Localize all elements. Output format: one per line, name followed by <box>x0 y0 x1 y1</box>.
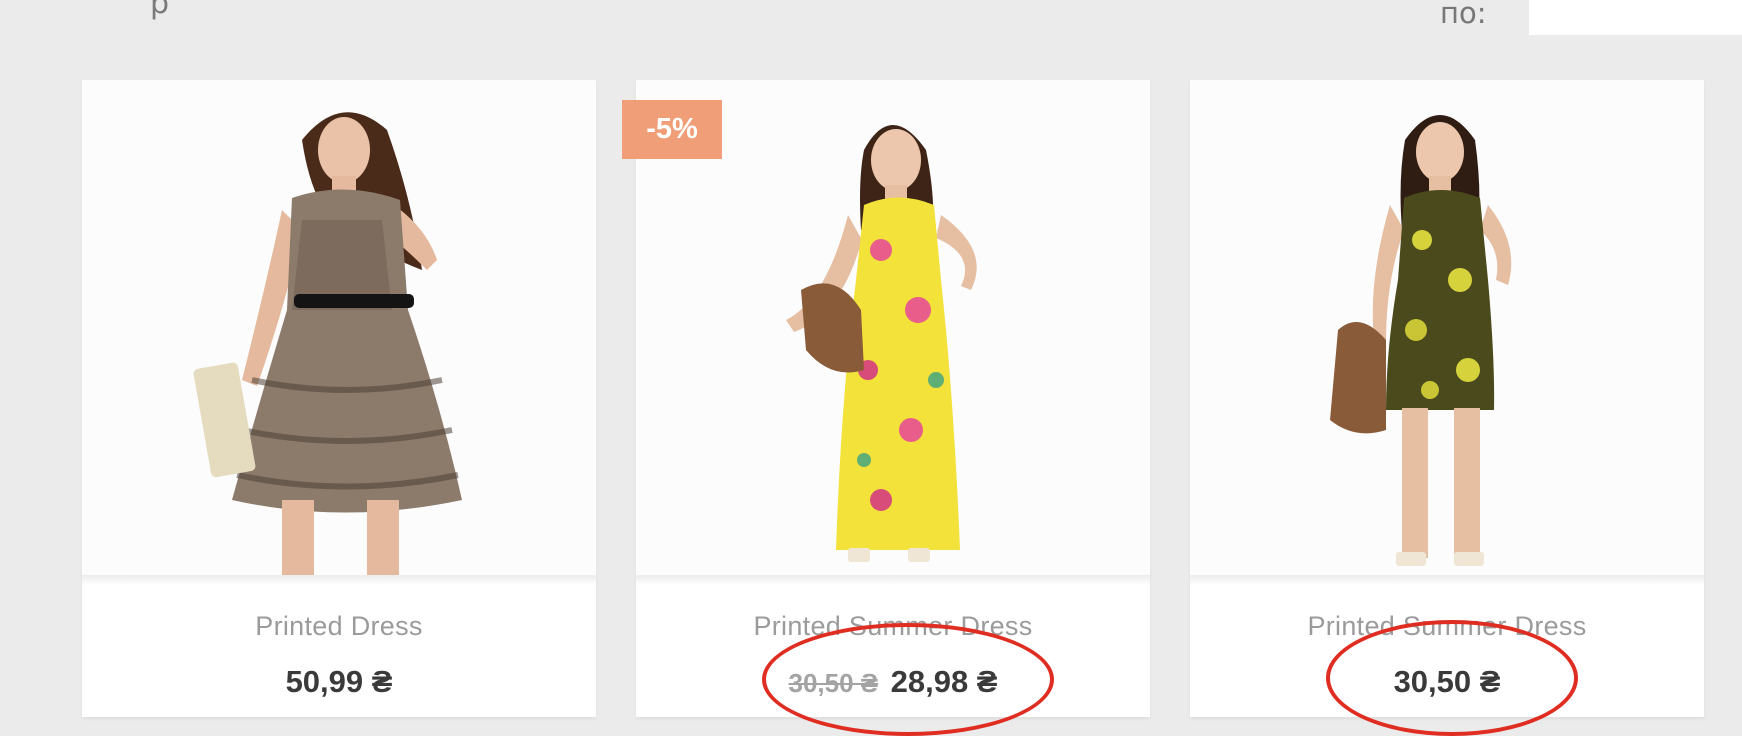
sort-by-select[interactable]: Р <box>1529 0 1742 35</box>
product-image[interactable] <box>82 80 596 575</box>
image-divider <box>1190 575 1704 585</box>
discount-badge: -5% <box>622 100 722 159</box>
product-card[interactable]: -5% Printed Summer Dress 30,50 ₴ 28,98 ₴ <box>622 80 1150 717</box>
product-name[interactable]: Printed Summer Dress <box>636 611 1150 642</box>
product-price: 30,50 ₴ <box>1393 664 1501 699</box>
product-name[interactable]: Printed Dress <box>82 611 596 642</box>
sort-by-label: по: <box>1440 0 1487 30</box>
product-prices: 30,50 ₴ <box>1190 664 1704 700</box>
product-card[interactable]: Printed Summer Dress 30,50 ₴ <box>1190 80 1704 717</box>
product-price: 50,99 ₴ <box>285 664 393 699</box>
product-old-price: 30,50 ₴ <box>788 668 879 698</box>
sort-by-select-value: Р <box>1559 0 1576 5</box>
product-price: 28,98 ₴ <box>890 664 998 699</box>
image-divider <box>82 575 596 585</box>
product-prices: 50,99 ₴ <box>82 664 596 700</box>
product-prices: 30,50 ₴ 28,98 ₴ <box>636 664 1150 700</box>
product-image[interactable] <box>1190 80 1704 575</box>
top-toolbar-text-fragment: р <box>150 0 170 21</box>
image-divider <box>636 575 1150 585</box>
product-name[interactable]: Printed Summer Dress <box>1190 611 1704 642</box>
product-card[interactable]: Printed Dress 50,99 ₴ <box>82 80 596 717</box>
